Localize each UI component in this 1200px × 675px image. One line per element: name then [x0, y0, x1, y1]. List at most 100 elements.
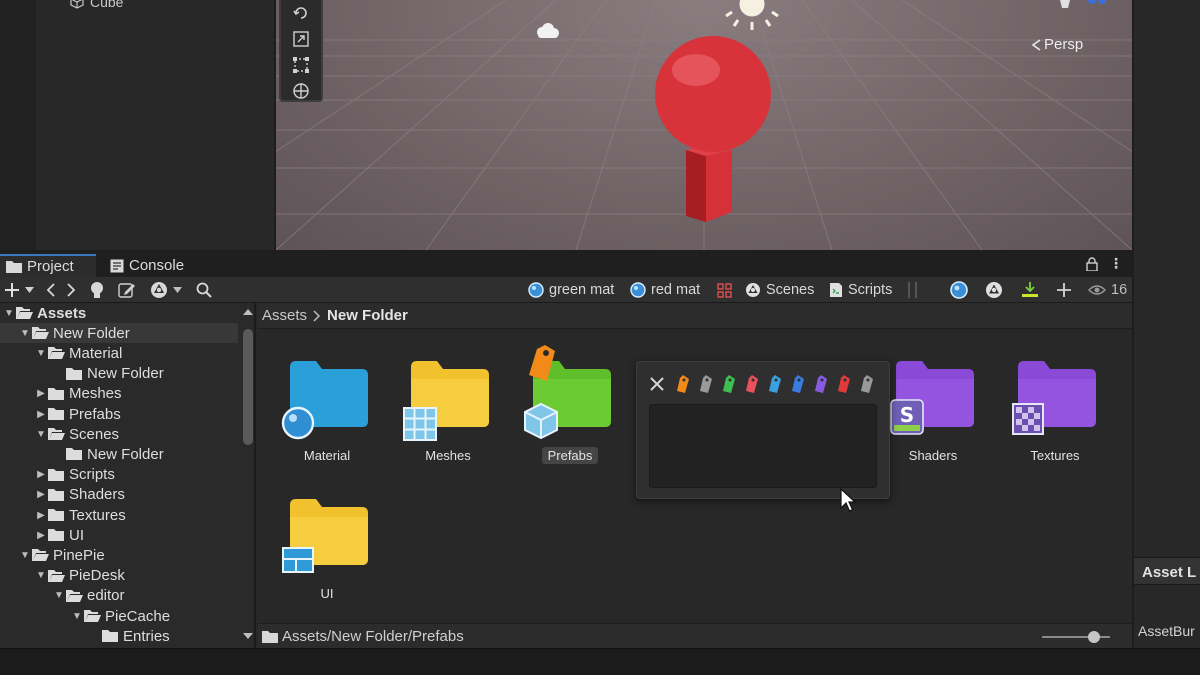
asset-folder-meshes[interactable]: Meshes [393, 357, 503, 464]
tree-item[interactable]: New Folder [0, 444, 238, 464]
expand-arrow-down-icon[interactable]: ▼ [34, 348, 48, 359]
tree-item[interactable]: ▼ Assets [0, 303, 238, 323]
expand-arrow-right-icon[interactable]: ▶ [34, 489, 48, 500]
back-button[interactable] [46, 280, 56, 300]
tree-item[interactable]: ▶ Textures [0, 505, 238, 525]
tree-scrollbar[interactable] [240, 303, 256, 648]
inspector-panel: Asset L AssetBur [1134, 0, 1200, 650]
red-pin-object[interactable] [655, 36, 771, 222]
grid-view-button[interactable] [717, 280, 732, 300]
expand-arrow-right-icon[interactable]: ▶ [34, 469, 48, 480]
tab-console[interactable]: Console [104, 254, 190, 277]
tag-color-swatch-icon[interactable] [697, 374, 715, 394]
rect-tool-button[interactable] [281, 52, 321, 78]
tree-item[interactable]: ▼ Scenes [0, 424, 238, 444]
tree-item[interactable]: ▼ PinePie [0, 545, 238, 565]
tree-item[interactable]: ▶ UI [0, 525, 238, 545]
scale-tool-button[interactable] [281, 26, 321, 52]
tree-item[interactable]: ▼ Material [0, 343, 238, 363]
close-icon[interactable] [649, 376, 665, 392]
tree-item[interactable]: ▶ Scripts [0, 465, 238, 485]
tree-item[interactable]: Entries [0, 626, 238, 646]
tag-color-swatch-icon[interactable] [766, 374, 784, 394]
filter-scene-button[interactable] [985, 280, 1003, 300]
expand-arrow-down-icon[interactable]: ▼ [52, 590, 66, 601]
scroll-down-icon[interactable] [240, 631, 256, 641]
expand-arrow-down-icon[interactable]: ▼ [70, 611, 84, 622]
tree-item[interactable]: ▶ Shaders [0, 485, 238, 505]
scroll-up-icon[interactable] [240, 307, 256, 317]
tag-color-swatch-icon[interactable] [858, 374, 876, 394]
hierarchy-item-cube[interactable]: Cube [70, 0, 123, 10]
tree-item-label: editor [87, 587, 125, 605]
tree-item-label: PinePie [53, 546, 105, 564]
filter-material-button[interactable] [950, 280, 968, 300]
breadcrumb-root[interactable]: Assets [262, 307, 307, 324]
asset-folder-prefabs[interactable]: Prefabs [515, 345, 625, 464]
expand-arrow-down-icon[interactable]: ▼ [18, 328, 32, 339]
tag-color-swatch-icon[interactable] [835, 374, 853, 394]
favorite-red-mat[interactable]: red mat [630, 280, 700, 300]
visibility-toggle[interactable]: 16 [1088, 280, 1127, 300]
transform-tool-button[interactable] [281, 78, 321, 104]
scene-view[interactable]: Persp [276, 0, 1132, 250]
icon-size-slider-handle[interactable] [1088, 631, 1100, 643]
projection-toggle[interactable]: Persp [1030, 36, 1083, 53]
project-window: Project Console ⋮ green mat red mat Scen… [0, 252, 1132, 648]
tree-item[interactable]: ▶ Meshes [0, 384, 238, 404]
tag-color-swatch-icon[interactable] [674, 374, 692, 394]
tree-item[interactable]: ▼ PieCache [0, 606, 238, 626]
add-favorite-button[interactable] [1056, 280, 1072, 300]
tab-project[interactable]: Project [0, 254, 96, 277]
expand-arrow-down-icon[interactable]: ▼ [18, 550, 32, 561]
path-status-bar: Assets/New Folder/Prefabs [258, 623, 1132, 648]
tag-color-swatch-icon[interactable] [720, 374, 738, 394]
tree-item[interactable]: ▶ Prefabs [0, 404, 238, 424]
tag-name-input[interactable] [649, 404, 877, 488]
tree-scroll-thumb[interactable] [243, 329, 253, 445]
expand-arrow-right-icon[interactable]: ▶ [34, 530, 48, 541]
tree-item-label: Assets [37, 304, 87, 322]
hint-button[interactable] [90, 280, 104, 300]
favorite-scripts[interactable]: Scripts [829, 280, 892, 300]
expand-arrow-down-icon[interactable]: ▼ [34, 570, 48, 581]
tag-color-row [649, 374, 876, 394]
forward-button[interactable] [66, 280, 76, 300]
create-dropdown[interactable] [4, 280, 34, 300]
tree-item[interactable]: New Folder [0, 364, 238, 384]
breadcrumb-current[interactable]: New Folder [327, 307, 408, 324]
expand-arrow-right-icon[interactable]: ▶ [34, 388, 48, 399]
rotate-tool-button[interactable] [281, 0, 321, 26]
favorite-green-mat[interactable]: green mat [528, 280, 614, 300]
tag-color-swatch-icon[interactable] [812, 374, 830, 394]
scene-tool-strip [279, 0, 323, 102]
asset-folder-ui[interactable]: UI [272, 495, 382, 602]
lock-icon[interactable] [1086, 257, 1098, 275]
folder-open-icon [48, 569, 65, 582]
hierarchy-panel: Cube [0, 0, 274, 250]
filter-script-button[interactable] [1021, 280, 1039, 300]
edit-button[interactable] [118, 280, 136, 300]
directional-light-icon[interactable] [725, 0, 779, 30]
assetbundle-label: AssetBur [1138, 623, 1195, 639]
tag-color-swatch-icon[interactable] [743, 374, 761, 394]
asset-folder-textures[interactable]: Textures [1000, 357, 1110, 464]
search-button[interactable] [196, 280, 212, 300]
kebab-menu-icon[interactable]: ⋮ [1109, 255, 1123, 272]
expand-arrow-down-icon[interactable]: ▼ [2, 308, 16, 319]
tree-item[interactable]: ▼ PieDesk [0, 566, 238, 586]
expand-arrow-down-icon[interactable]: ▼ [34, 429, 48, 440]
gameobject-cube-icon [70, 0, 84, 9]
asset-folder-material[interactable]: Material [272, 357, 382, 464]
asset-labels-header[interactable]: Asset L [1134, 557, 1200, 585]
tag-color-swatch-icon[interactable] [789, 374, 807, 394]
favorite-scenes[interactable]: Scenes [745, 280, 814, 300]
scene-gizmo[interactable] [1060, 0, 1106, 8]
tree-item[interactable]: ▼ New Folder [0, 323, 238, 344]
expand-arrow-right-icon[interactable]: ▶ [34, 409, 48, 420]
grid-icon [717, 282, 732, 298]
asset-folder-shaders[interactable]: S Shaders [878, 357, 988, 464]
expand-arrow-right-icon[interactable]: ▶ [34, 510, 48, 521]
tree-item[interactable]: ▼ editor [0, 586, 238, 606]
unity-filter-dropdown[interactable] [150, 280, 182, 300]
